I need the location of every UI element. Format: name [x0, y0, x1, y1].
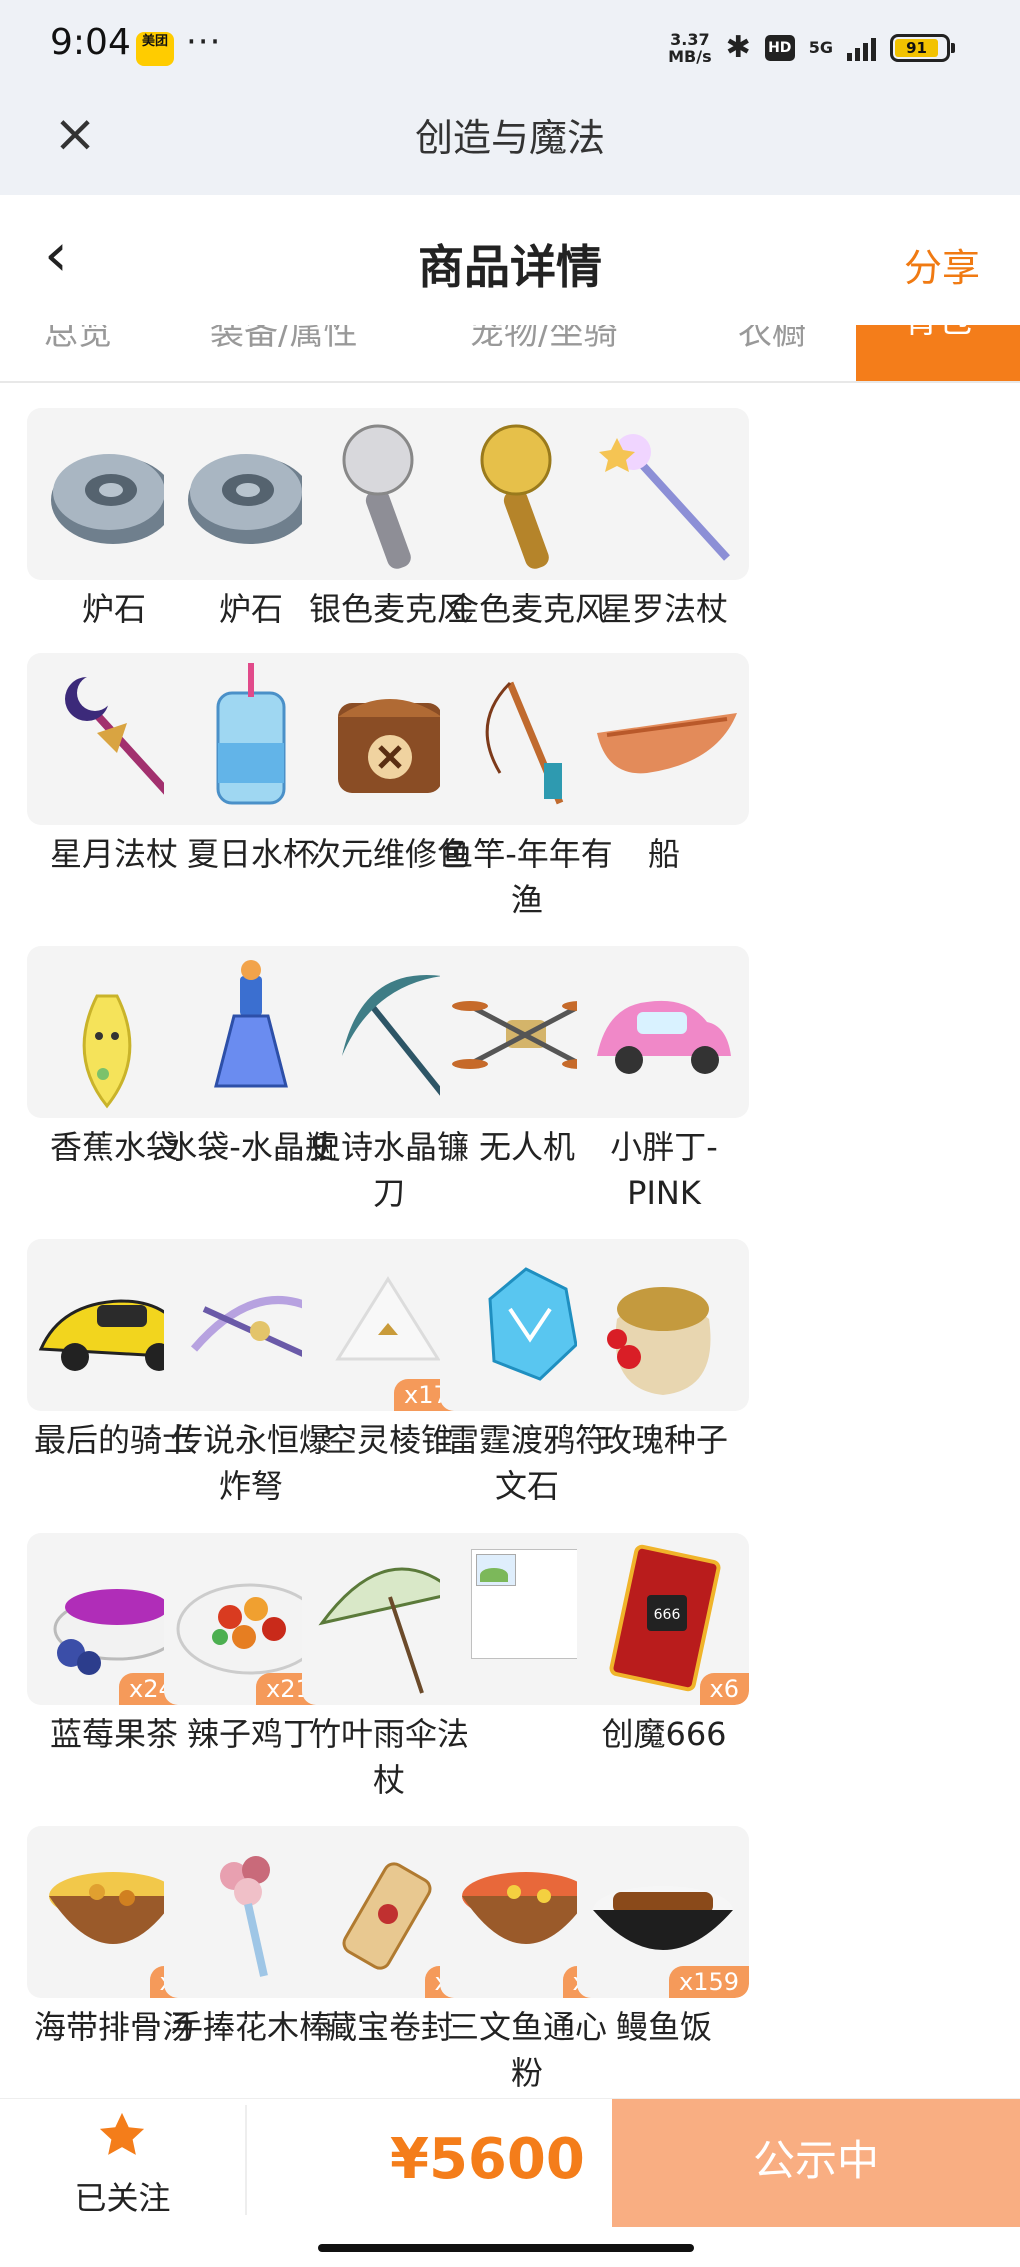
backpack-item[interactable]: 666 x6 创魔666	[577, 1533, 751, 1757]
more-notifications-icon: ···	[186, 22, 222, 62]
item-thumbnail	[577, 408, 749, 580]
item-thumbnail: x159	[577, 1826, 749, 1998]
tab-overview[interactable]: 总览	[44, 325, 112, 354]
tab-equipment[interactable]: 装备/属性	[210, 325, 357, 354]
network-type: 5G	[808, 37, 833, 57]
item-thumbnail	[577, 1239, 749, 1411]
pink-car-icon	[597, 1000, 731, 1074]
svg-text:666: 666	[654, 1607, 681, 1623]
meituan-icon: 美团	[136, 32, 174, 66]
backpack-item[interactable]: 船	[577, 653, 751, 877]
bottom-action-bar: 已关注 ¥5600 公示中	[0, 2098, 1020, 2228]
item-name: 星罗法杖	[599, 590, 728, 628]
item-name: 船	[647, 835, 680, 873]
item-name: 小胖丁-PINK	[610, 1128, 718, 1212]
category-tabs: 总览 装备/属性 宠物/坐骑 衣橱 背包	[0, 325, 1020, 383]
tab-pets[interactable]: 宠物/坐骑	[470, 325, 617, 354]
webview-title: 创造与魔法	[414, 116, 605, 160]
tab-backpack[interactable]: 背包	[856, 325, 1020, 381]
item-quantity-badge: x159	[668, 1966, 749, 1998]
hd-icon: HD	[764, 34, 795, 61]
backpack-item[interactable]: 小胖丁-PINK	[577, 946, 751, 1216]
battery-icon: 91	[890, 33, 955, 62]
broken-image-icon	[471, 1549, 581, 1659]
tab-wardrobe[interactable]: 衣橱	[738, 325, 806, 354]
home-indicator	[318, 2244, 694, 2252]
divider	[245, 2105, 247, 2215]
star-icon	[99, 2112, 145, 2155]
item-thumbnail	[577, 946, 749, 1118]
rose-seed-bag-icon	[607, 1287, 711, 1395]
page-header: ‹ 商品详情 分享	[0, 195, 1020, 325]
item-thumbnail: 666 x6	[577, 1533, 749, 1705]
item-thumbnail	[577, 653, 749, 825]
status-bar: 9:04 美团 ··· 3.37 MB/s ✱ HD 5G 91	[0, 0, 1020, 95]
backpack-item[interactable]: 玫瑰种子	[577, 1239, 751, 1463]
bluetooth-icon: ✱	[725, 30, 751, 65]
item-quantity-badge: x6	[699, 1673, 749, 1705]
follow-label: 已关注	[74, 2179, 171, 2217]
battery-level: 91	[895, 38, 938, 57]
item-name: 创魔666	[601, 1715, 727, 1753]
webview-titlebar: × 创造与魔法	[0, 95, 1020, 195]
signal-icon	[847, 35, 876, 61]
price: ¥5600	[390, 2127, 585, 2192]
star-staff-icon	[599, 434, 730, 561]
network-speed: 3.37 MB/s	[668, 29, 712, 66]
public-notice-button[interactable]: 公示中	[612, 2099, 1020, 2227]
share-button[interactable]: 分享	[904, 237, 980, 292]
clock: 9:04	[50, 22, 131, 63]
follow-button[interactable]: 已关注	[0, 2099, 245, 2229]
backpack-item[interactable]: x159 鳗鱼饭	[577, 1826, 751, 2050]
boat-icon	[597, 713, 737, 774]
status-icons: 3.37 MB/s ✱ HD 5G 91	[668, 29, 955, 66]
page-title: 商品详情	[418, 240, 602, 294]
item-name: 鳗鱼饭	[615, 2008, 712, 2046]
backpack-item[interactable]: 星罗法杖	[577, 408, 751, 632]
item-name: 竹叶雨伞法杖	[308, 1715, 469, 1799]
item-name: 玫瑰种子	[599, 1421, 728, 1459]
